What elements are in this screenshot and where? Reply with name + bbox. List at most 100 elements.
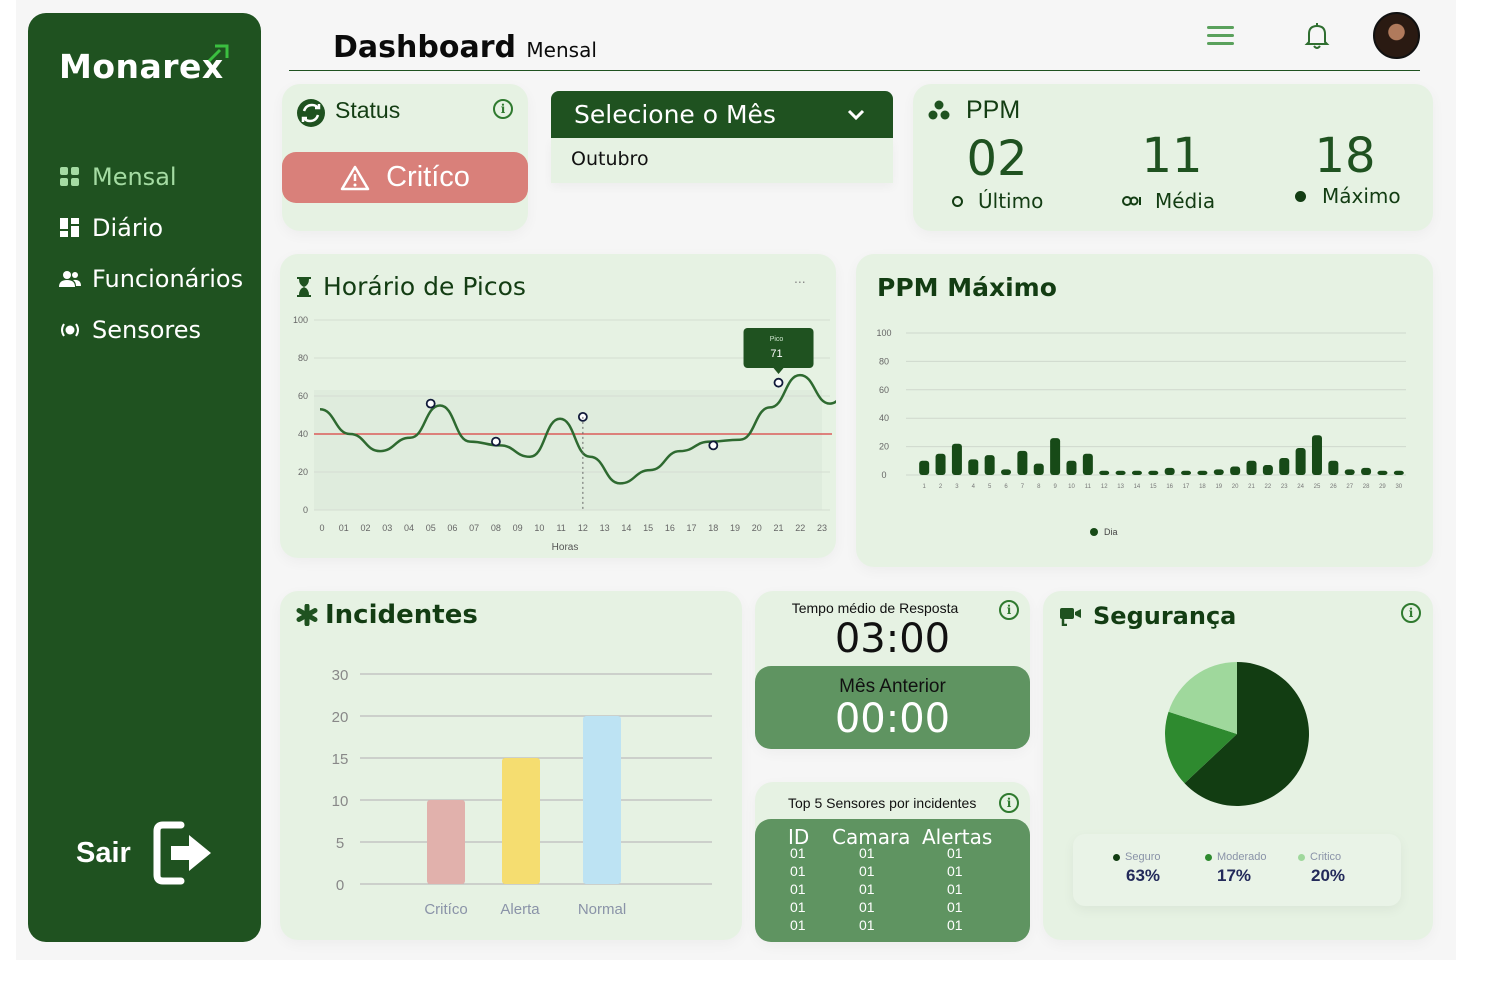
sidebar-item-label: Funcionários: [92, 264, 244, 293]
month-select-label: Selecione o Mês: [574, 100, 776, 129]
ppm-last-text: Último: [978, 189, 1044, 213]
x-tick-label: 16: [665, 523, 675, 533]
x-tick-label: 14: [621, 523, 631, 533]
table-cell: 01: [947, 899, 963, 915]
sidebar-item-funcionarios[interactable]: Funcionários: [59, 253, 243, 304]
ppm-last-label: Último: [952, 189, 1043, 213]
info-icon[interactable]: i: [493, 99, 513, 119]
previous-month-label: Mês Anterior: [839, 676, 946, 697]
response-label: Tempo médio de Resposta: [791, 600, 959, 616]
y-tick-label: 100: [293, 315, 308, 325]
y-tick-label: 5: [336, 835, 344, 852]
x-tick-label: 10: [534, 523, 544, 533]
header-divider: [289, 70, 1420, 71]
bell-icon[interactable]: [1304, 22, 1330, 50]
x-tick-label: 23: [1281, 484, 1288, 490]
sidebar-item-mensal[interactable]: Mensal: [59, 151, 243, 202]
y-tick-label: 20: [298, 467, 308, 477]
month-select-value[interactable]: Outubro: [551, 138, 893, 183]
warning-icon: [340, 165, 370, 190]
x-tick-label: 24: [1297, 484, 1304, 490]
table-cell: 01: [790, 917, 806, 933]
y-tick-label: 0: [881, 470, 886, 480]
y-tick-label: 20: [332, 709, 349, 726]
bar: [1181, 470, 1192, 475]
x-tick-label: 05: [426, 523, 436, 533]
x-tick-label: 26: [1330, 484, 1337, 490]
avatar[interactable]: [1373, 12, 1420, 59]
bar: [1279, 457, 1290, 475]
table-cell: 01: [859, 863, 875, 879]
ppm-avg-value: 11: [1141, 128, 1203, 184]
y-tick-label: 0: [336, 877, 344, 894]
page-title-sub: Mensal: [526, 38, 597, 62]
table-cell: 01: [859, 845, 875, 861]
more-options-icon[interactable]: ...: [794, 270, 806, 286]
table-cell: 01: [947, 881, 963, 897]
top5-table: ID Camara Alertas 01 01 01 01 01 01 01 0…: [755, 819, 1030, 942]
x-tick-label: 12: [1101, 484, 1108, 490]
x-tick-label: 15: [643, 523, 653, 533]
sidebar-item-sensores[interactable]: Sensores: [59, 304, 243, 355]
bar: [1246, 460, 1257, 475]
bar: [984, 455, 995, 475]
sidebar: Monarex Mensal Diário Funcionários Senso…: [28, 13, 261, 942]
x-tick-label: 25: [1314, 484, 1321, 490]
table-cell: 01: [790, 863, 806, 879]
ppm-max-title: PPM Máximo: [877, 273, 1057, 302]
bar: [1361, 467, 1372, 475]
bar: [1033, 463, 1044, 475]
legend-label: Seguro: [1125, 851, 1161, 863]
bar: [427, 800, 465, 884]
x-tick-label: 18: [708, 523, 718, 533]
x-tick-label: 13: [600, 523, 610, 533]
table-cell: 01: [947, 863, 963, 879]
previous-month-box: Mês Anterior 00:00: [755, 666, 1030, 749]
y-tick-label: 80: [879, 356, 889, 366]
x-tick-label: 17: [687, 523, 697, 533]
sidebar-item-label: Mensal: [92, 162, 177, 191]
y-tick-label: 20: [879, 442, 889, 452]
x-tick-label: 22: [1265, 484, 1272, 490]
month-select[interactable]: Selecione o Mês: [551, 91, 893, 138]
info-icon[interactable]: i: [999, 600, 1019, 620]
legend-dot: [1205, 853, 1212, 861]
response-value: 03:00: [834, 616, 951, 662]
table-cell: 01: [859, 899, 875, 915]
bar: [1344, 469, 1355, 475]
chevron-down-icon: [847, 109, 865, 121]
menu-icon[interactable]: [1207, 26, 1234, 46]
y-tick-label: 30: [332, 667, 349, 684]
x-tick-label: 04: [404, 523, 414, 533]
x-tick-label: 7: [1021, 484, 1025, 490]
incidents-chart: 0 5 10 15 20 30 Critíco Alerta Normal: [332, 667, 712, 918]
info-icon[interactable]: i: [1401, 603, 1421, 623]
x-tick-label: 4: [972, 484, 976, 490]
x-tick-label: 16: [1166, 484, 1173, 490]
x-tick-label: 11: [556, 523, 565, 533]
x-tick-label: 5: [988, 484, 992, 490]
status-badge: Critíco: [282, 152, 528, 203]
legend-item-seguro: Seguro: [1113, 851, 1160, 863]
bar: [1017, 450, 1028, 475]
x-tick-label: 21: [1248, 484, 1255, 490]
x-tick-label: 18: [1199, 484, 1206, 490]
ppm-avg-label: Média: [1121, 189, 1215, 213]
bar: [1197, 470, 1208, 475]
info-icon[interactable]: i: [999, 793, 1019, 813]
bar: [1164, 467, 1175, 475]
data-point: [773, 377, 784, 388]
grid-icon: [59, 166, 81, 188]
bar: [1115, 470, 1126, 475]
bar: [951, 443, 962, 475]
logout-label: Sair: [76, 836, 131, 869]
dashboard-icon: [59, 217, 81, 239]
y-tick-label: 60: [298, 391, 308, 401]
tooltip-label: Pico: [770, 336, 784, 343]
logout-button[interactable]: Sair: [76, 821, 213, 885]
y-tick-label: 80: [298, 353, 308, 363]
sidebar-item-diario[interactable]: Diário: [59, 202, 243, 253]
bar: [1001, 469, 1012, 475]
page-title: Dashboard Mensal: [333, 30, 597, 65]
x-tick-label: 13: [1117, 484, 1124, 490]
